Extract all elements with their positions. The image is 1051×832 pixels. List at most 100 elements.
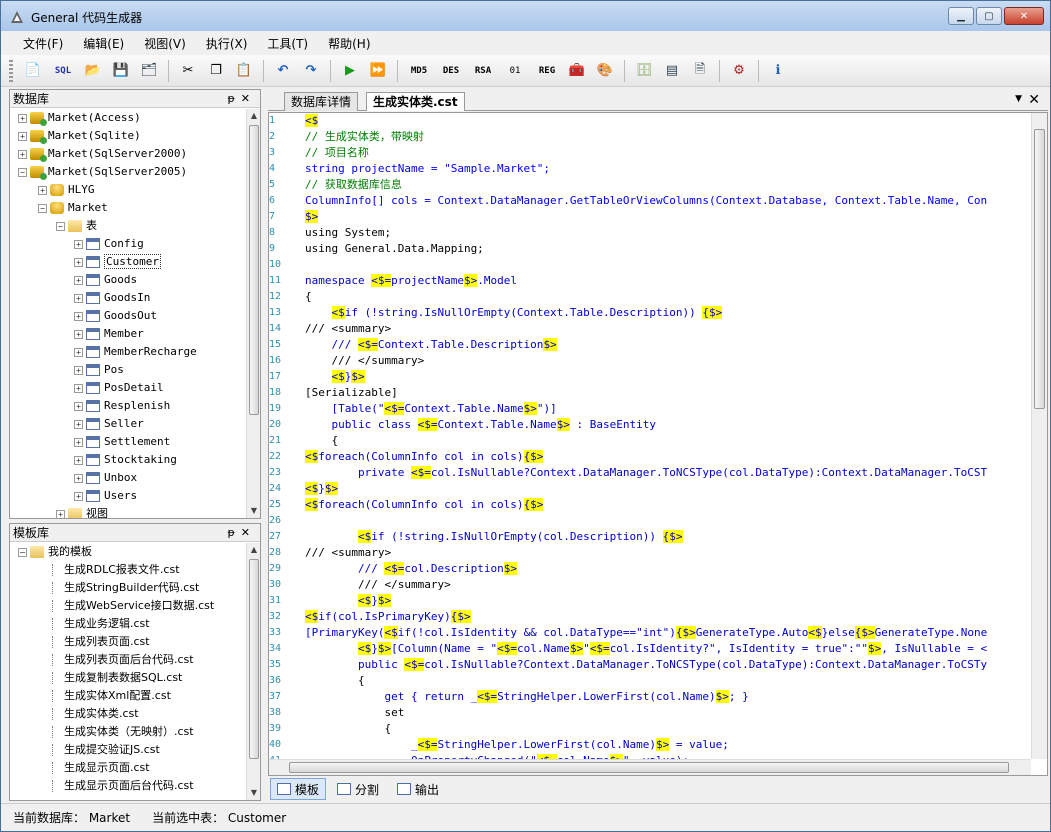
tree-node[interactable]: + Settlement	[10, 433, 246, 451]
maximize-button[interactable]: ▢	[976, 7, 1002, 25]
template-item[interactable]: 生成显示页面.cst	[10, 759, 246, 777]
tab-list-dropdown-icon[interactable]: ▼	[1015, 94, 1022, 104]
tree-node[interactable]: + GoodsIn	[10, 289, 246, 307]
tree-node[interactable]: − 表	[10, 217, 246, 235]
menu-edit[interactable]: 编辑(E)	[73, 31, 134, 55]
tree-node[interactable]: + PosDetail	[10, 379, 246, 397]
template-item[interactable]: 生成StringBuilder代码.cst	[10, 579, 246, 597]
line-number: 31	[269, 595, 282, 606]
line-number: 12	[269, 291, 282, 302]
line-number: 36	[269, 675, 282, 686]
tree-node[interactable]: − Market	[10, 199, 246, 217]
tree-node[interactable]: − 我的模板	[10, 543, 246, 561]
template-tree-scrollbar[interactable]: ▲ ▼	[246, 543, 260, 800]
folder-icon	[68, 220, 82, 232]
template-item[interactable]: 生成提交验证JS.cst	[10, 741, 246, 759]
template-item[interactable]: 生成RDLC报表文件.cst	[10, 561, 246, 579]
tree-node[interactable]: + Customer	[10, 253, 246, 271]
run-icon[interactable]: ▶	[338, 59, 362, 83]
menu-execute[interactable]: 执行(X)	[196, 31, 258, 55]
menu-help[interactable]: 帮助(H)	[318, 31, 380, 55]
tree-node[interactable]: + Market(Sqlite)	[10, 127, 246, 145]
tree-node[interactable]: + Config	[10, 235, 246, 253]
tree-node[interactable]: − Market(SqlServer2005)	[10, 163, 246, 181]
code-line: public <$=col.IsNullable?Context.DataMan…	[305, 658, 988, 671]
template-item[interactable]: 生成实体类.cst	[10, 705, 246, 723]
open-folder-icon[interactable]: 📂	[81, 59, 105, 83]
tree-line-icon	[52, 762, 60, 774]
tab-split[interactable]: 分割	[330, 778, 386, 800]
copy-icon[interactable]: ❐	[204, 59, 228, 83]
tree-node[interactable]: + Market(Access)	[10, 109, 246, 127]
run-all-icon[interactable]: ⏩	[366, 59, 390, 83]
tree-node[interactable]: + Pos	[10, 361, 246, 379]
new-sql-icon[interactable]: SQL	[49, 59, 77, 83]
cut-icon[interactable]: ✂	[176, 59, 200, 83]
code-line: <$	[305, 114, 319, 127]
table-icon	[86, 400, 100, 412]
tree-node[interactable]: + HLYG	[10, 181, 246, 199]
tree-node[interactable]: + GoodsOut	[10, 307, 246, 325]
tab-output[interactable]: 输出	[390, 778, 446, 800]
close-icon[interactable]: ✕	[241, 92, 256, 105]
menu-tools[interactable]: 工具(T)	[257, 31, 318, 55]
minimize-button[interactable]: ▁	[948, 7, 974, 25]
close-icon[interactable]: ✕	[241, 526, 256, 539]
template-item[interactable]: 生成实体Xml配置.cst	[10, 687, 246, 705]
binary-button[interactable]: 01	[501, 59, 529, 83]
status-current-table: 当前选中表： Customer	[152, 811, 287, 825]
template-item[interactable]: 生成显示页面后台代码.cst	[10, 777, 246, 795]
tree-node[interactable]: + Market(SqlServer2000)	[10, 145, 246, 163]
tree-node[interactable]: + Stocktaking	[10, 451, 246, 469]
editor-vertical-scrollbar[interactable]	[1031, 113, 1047, 759]
code-area[interactable]: <$ // 生成实体类，带映射 // 项目名称 string projectName …	[305, 113, 1029, 759]
info-icon[interactable]: ℹ	[766, 59, 790, 83]
database-tree-scrollbar[interactable]: ▲ ▼	[246, 109, 260, 518]
des-button[interactable]: DES	[437, 59, 465, 83]
template-item[interactable]: 生成WebService接口数据.cst	[10, 597, 246, 615]
close-button[interactable]: ✕	[1004, 7, 1044, 25]
regex-button[interactable]: REG	[533, 59, 561, 83]
tools-icon[interactable]: 🧰	[565, 59, 589, 83]
tree-node[interactable]: + MemberRecharge	[10, 343, 246, 361]
tree-node[interactable]: + Users	[10, 487, 246, 505]
document-icon[interactable]: 🗎	[688, 59, 712, 83]
table-icon	[86, 490, 100, 502]
save-icon[interactable]: 💾	[109, 59, 133, 83]
undo-icon[interactable]: ↶	[271, 59, 295, 83]
menu-file[interactable]: 文件(F)	[13, 31, 73, 55]
console-icon[interactable]: ▤	[660, 59, 684, 83]
template-item[interactable]: 生成列表页面.cst	[10, 633, 246, 651]
tab-entity-template[interactable]: 生成实体类.cst	[366, 92, 465, 111]
tree-node[interactable]: + Seller	[10, 415, 246, 433]
redo-icon[interactable]: ↷	[299, 59, 323, 83]
settings-icon[interactable]: ⚙	[727, 59, 751, 83]
template-item[interactable]: 生成实体类（无映射）.cst	[10, 723, 246, 741]
tree-node[interactable]: + Goods	[10, 271, 246, 289]
pin-icon[interactable]: ᵽ	[227, 92, 240, 105]
rsa-button[interactable]: RSA	[469, 59, 497, 83]
tab-database-details[interactable]: 数据库详情	[284, 92, 359, 111]
toolbar-grip[interactable]	[9, 59, 13, 82]
tree-node[interactable]: + Resplenish	[10, 397, 246, 415]
color-picker-icon[interactable]: 🎨	[593, 59, 617, 83]
pin-icon[interactable]: ᵽ	[227, 526, 240, 539]
paste-icon[interactable]: 📋	[232, 59, 256, 83]
tab-template[interactable]: 模板	[270, 778, 327, 800]
md5-button[interactable]: MD5	[405, 59, 433, 83]
database-panel: 数据库 ᵽ✕ + Market(Access) + Market(Sqlite) +…	[9, 89, 261, 519]
database-tool-icon[interactable]: 🗄	[632, 59, 656, 83]
template-item[interactable]: 生成列表页面后台代码.cst	[10, 651, 246, 669]
template-item[interactable]: 生成业务逻辑.cst	[10, 615, 246, 633]
menu-view[interactable]: 视图(V)	[134, 31, 196, 55]
tree-node[interactable]: + Unbox	[10, 469, 246, 487]
code-editor[interactable]: 1 2 3 4 5 6 7 8 9 10 11 12 13 14 15 16 17 18 19 20 21 22 23 24 2…	[268, 112, 1048, 776]
template-item[interactable]: 生成复制表数据SQL.cst	[10, 669, 246, 687]
close-tab-icon[interactable]: ✕	[1028, 92, 1040, 108]
new-file-icon[interactable]: 📄	[21, 59, 45, 83]
tree-node[interactable]: + Member	[10, 325, 246, 343]
tree-node[interactable]: + 视图	[10, 505, 246, 518]
editor-horizontal-scrollbar[interactable]	[269, 759, 1031, 775]
save-all-icon[interactable]: 🗂	[137, 59, 161, 83]
line-number: 24	[269, 483, 282, 494]
